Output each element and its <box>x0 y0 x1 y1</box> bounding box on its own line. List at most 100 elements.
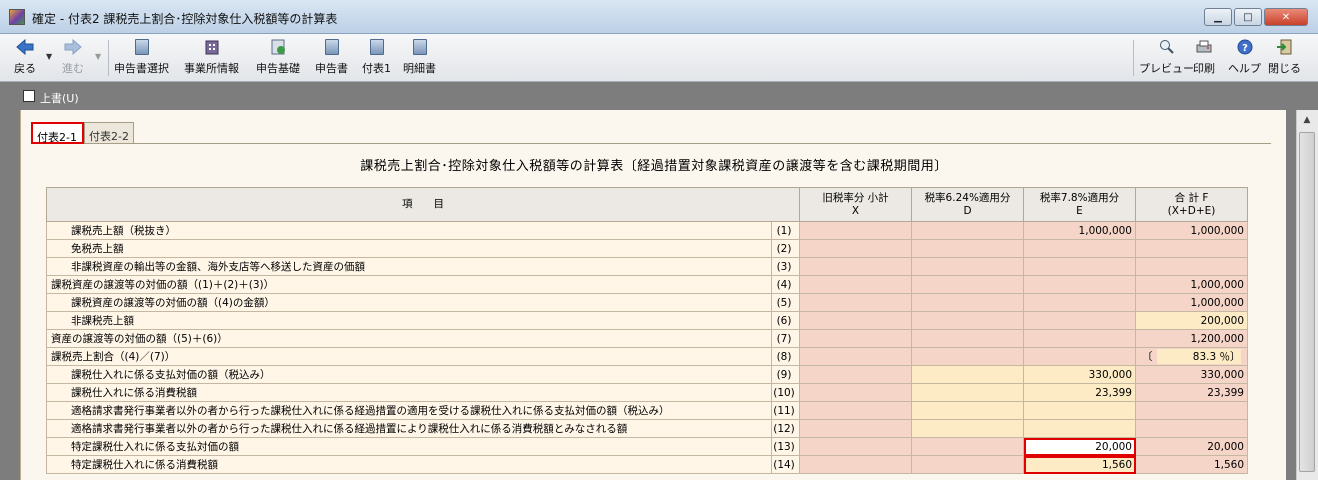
document-icon <box>322 38 342 56</box>
back-button[interactable]: 戻る <box>14 38 36 78</box>
close-button[interactable]: 閉じる <box>1268 38 1301 78</box>
cell-f: 1,560 <box>1135 455 1248 474</box>
cell-e[interactable]: 330,000 <box>1023 365 1136 384</box>
return-form-button[interactable]: 申告書 <box>315 38 348 78</box>
help-icon: ? <box>1235 38 1255 56</box>
row-number: (10) <box>771 383 800 402</box>
cell-f <box>1135 239 1248 258</box>
cell-x <box>799 455 912 474</box>
cell-x <box>799 437 912 456</box>
cell-f-ratio: 〔 83.3 ％〕 <box>1135 347 1248 366</box>
back-dropdown-icon[interactable]: ▼ <box>46 52 52 61</box>
header-d: 税率6.24%適用分 D <box>911 187 1024 222</box>
row-number: (11) <box>771 401 800 420</box>
table-row: 非課税売上額 (6) 200,000 <box>46 311 1248 330</box>
select-return-button[interactable]: 申告書選択 <box>114 38 169 78</box>
cell-x <box>799 239 912 258</box>
header-e: 税率7.8%適用分 E <box>1023 187 1136 222</box>
tab-appendix-2-2[interactable]: 付表2-2 <box>84 122 134 144</box>
cell-x <box>799 419 912 438</box>
appendix1-button[interactable]: 付表1 <box>362 38 391 78</box>
cell-f[interactable]: 200,000 <box>1135 311 1248 330</box>
row-number: (3) <box>771 257 800 276</box>
header-x: 旧税率分 小計 X <box>799 187 912 222</box>
document-icon <box>367 38 387 56</box>
title-bar: 確定 - 付表2 課税売上割合･控除対象仕入税額等の計算表 ▁ □ ✕ <box>0 0 1318 34</box>
table-row: 特定課税仕入れに係る消費税額 (14) 1,560 1,560 <box>46 455 1248 474</box>
scroll-thumb[interactable] <box>1299 132 1315 472</box>
forward-button[interactable]: 進む <box>62 38 84 78</box>
cell-f: 330,000 <box>1135 365 1248 384</box>
cell-e-specific-purchase[interactable]: 20,000 <box>1023 437 1136 456</box>
table-row: 適格請求書発行事業者以外の者から行った課税仕入れに係る経過措置の適用を受ける課税… <box>46 401 1248 420</box>
cell-e <box>1023 239 1136 258</box>
document-icon <box>410 38 430 56</box>
statement-button[interactable]: 明細書 <box>403 38 436 78</box>
close-window-button[interactable]: ✕ <box>1264 8 1308 26</box>
cell-e[interactable] <box>1023 401 1136 420</box>
cell-x <box>799 257 912 276</box>
toolbar: 戻る ▼ 進む ▼ 申告書選択 事業所情報 申告基礎 申告書 付表1 明細書 プ… <box>0 34 1318 82</box>
print-button[interactable]: 印刷 <box>1193 38 1215 78</box>
vertical-scrollbar[interactable]: ▲ <box>1296 110 1318 480</box>
row-label: 免税売上額 <box>46 239 772 258</box>
cell-x <box>799 311 912 330</box>
cell-f: 1,200,000 <box>1135 329 1248 348</box>
minimize-icon: ▁ <box>1214 11 1222 23</box>
close-icon: ✕ <box>1281 11 1291 23</box>
overwrite-label[interactable]: 上書(U) <box>40 90 79 106</box>
cell-d[interactable] <box>911 419 1024 438</box>
cell-x <box>799 221 912 240</box>
cell-f <box>1135 257 1248 276</box>
cell-d <box>911 257 1024 276</box>
table-row: 課税資産の譲渡等の対価の額（(1)＋(2)＋(3)） (4) 1,000,000 <box>46 275 1248 294</box>
row-number: (7) <box>771 329 800 348</box>
minimize-button[interactable]: ▁ <box>1204 8 1232 26</box>
help-button[interactable]: ? ヘルプ <box>1228 38 1261 78</box>
cell-x <box>799 329 912 348</box>
ratio-value: 83.3 ％〕 <box>1156 349 1241 364</box>
arrow-left-icon <box>15 38 35 56</box>
tab-appendix-2-1[interactable]: 付表2-1 <box>31 122 84 144</box>
toolbar-separator <box>1133 40 1134 76</box>
row-number: (5) <box>771 293 800 312</box>
cell-e <box>1023 257 1136 276</box>
office-info-icon <box>202 38 222 56</box>
scroll-up-icon[interactable]: ▲ <box>1299 112 1315 128</box>
cell-e-specific-tax[interactable]: 1,560 <box>1023 455 1136 474</box>
magnifier-icon <box>1157 38 1177 56</box>
cell-x <box>799 401 912 420</box>
row-label: 適格請求書発行事業者以外の者から行った課税仕入れに係る経過措置により課税仕入れに… <box>46 419 772 438</box>
cell-e <box>1023 311 1136 330</box>
form-panel: 付表2-1 付表2-2 課税売上割合･控除対象仕入税額等の計算表〔経過措置対象課… <box>20 110 1286 480</box>
ratio-bracket-open: 〔 <box>1142 351 1153 363</box>
table-row: 非課税資産の輸出等の金額、海外支店等へ移送した資産の価額 (3) <box>46 257 1248 276</box>
row-label: 非課税売上額 <box>46 311 772 330</box>
window-controls: ▁ □ ✕ <box>1204 8 1308 26</box>
preview-button[interactable]: プレビュー <box>1139 38 1194 78</box>
maximize-button[interactable]: □ <box>1234 8 1262 26</box>
cell-e[interactable]: 23,399 <box>1023 383 1136 402</box>
cell-d[interactable] <box>911 365 1024 384</box>
header-f: 合 計 F (X+D+E) <box>1135 187 1248 222</box>
office-info-button[interactable]: 事業所情報 <box>184 38 239 78</box>
app-icon <box>9 9 25 25</box>
forward-dropdown-icon[interactable]: ▼ <box>95 52 101 61</box>
cell-e <box>1023 275 1136 294</box>
cell-e: 1,000,000 <box>1023 221 1136 240</box>
cell-d[interactable] <box>911 383 1024 402</box>
cell-f: 1,000,000 <box>1135 221 1248 240</box>
cell-d[interactable] <box>911 401 1024 420</box>
overwrite-checkbox[interactable] <box>23 90 35 102</box>
row-number: (1) <box>771 221 800 240</box>
row-number: (4) <box>771 275 800 294</box>
row-label: 課税仕入れに係る消費税額 <box>46 383 772 402</box>
row-number: (9) <box>771 365 800 384</box>
return-basics-button[interactable]: 申告基礎 <box>256 38 300 78</box>
cell-d <box>911 221 1024 240</box>
document-select-icon <box>132 38 152 56</box>
table-row: 資産の譲渡等の対価の額（(5)＋(6)） (7) 1,200,000 <box>46 329 1248 348</box>
cell-e[interactable] <box>1023 419 1136 438</box>
table-row: 免税売上額 (2) <box>46 239 1248 258</box>
row-label: 課税売上額（税抜き） <box>46 221 772 240</box>
